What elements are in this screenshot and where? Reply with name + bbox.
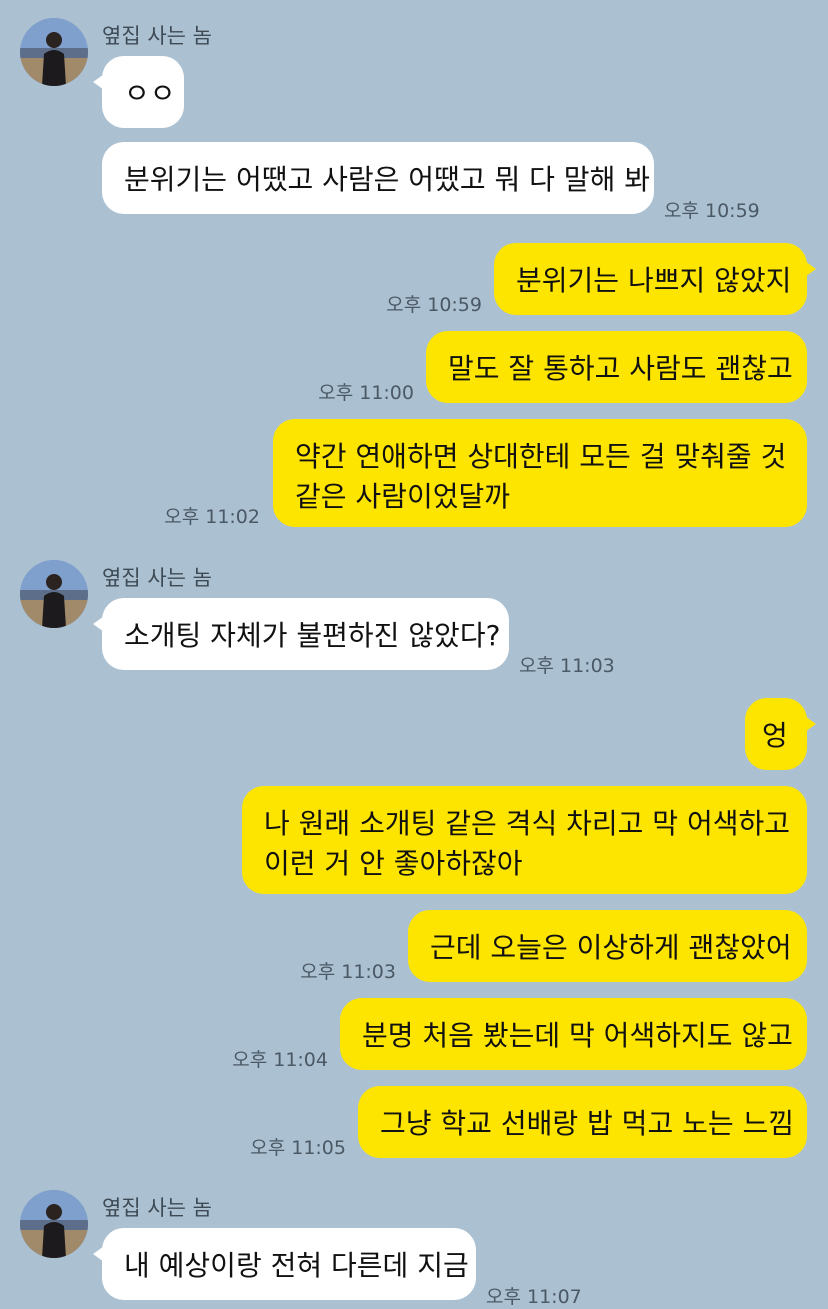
message-text: 분위기는 나쁘지 않았지 [516,264,792,297]
sender-name: 옆집 사는 놈 [102,566,212,590]
message-bubble[interactable]: 소개팅 자체가 불편하진 않았다? [93,598,509,670]
bubble-tail [93,72,107,92]
message-bubble[interactable]: 엉 [745,698,816,770]
contact-avatar[interactable] [20,560,88,628]
message-bubble[interactable]: 약간 연애하면 상대한테 모든 걸 맞춰줄 것 같은 사람이었달까 [273,419,807,527]
message-time: 오후 11:04 [232,1049,328,1071]
bubble-tail [93,1244,107,1264]
profile-photo-icon [20,18,88,86]
message-text: 내 예상이랑 전혀 다른데 지금 [124,1249,469,1282]
message-text-line: 같은 사람이었달까 [295,480,510,513]
sender-name: 옆집 사는 놈 [102,24,212,48]
message-time: 오후 11:03 [519,655,615,677]
profile-photo-icon [20,560,88,628]
bubble-tail [802,259,816,279]
message-text: 엉 [762,719,788,752]
message-text: 그냥 학교 선배랑 밥 먹고 노는 느낌 [380,1107,795,1140]
message-time: 오후 11:02 [164,506,260,528]
message-time: 오후 11:03 [300,961,396,983]
message-time: 오후 11:00 [318,382,414,404]
message-bubble[interactable]: 나 원래 소개팅 같은 격식 차리고 막 어색하고 이런 거 안 좋아하잖아 [242,786,807,894]
message-time: 오후 11:07 [486,1286,582,1308]
message-text: 말도 잘 통하고 사람도 괜찮고 [448,352,793,385]
message-text: 분위기는 어땠고 사람은 어땠고 뭐 다 말해 봐 [124,163,650,196]
message-text-line: 약간 연애하면 상대한테 모든 걸 맞춰줄 것 [295,440,787,473]
profile-photo-icon [20,1190,88,1258]
message-bubble[interactable]: 근데 오늘은 이상하게 괜찮았어 [408,910,807,982]
message-text: 소개팅 자체가 불편하진 않았다? [124,619,501,652]
contact-avatar[interactable] [20,1190,88,1258]
message-text-line: 나 원래 소개팅 같은 격식 차리고 막 어색하고 [264,807,790,840]
message-text: ㅇㅇ [124,77,176,110]
message-time: 오후 10:59 [386,294,482,316]
message-bubble[interactable]: 분명 처음 봤는데 막 어색하지도 않고 [340,998,807,1070]
message-bubble[interactable]: ㅇㅇ [93,56,184,128]
message-time: 오후 11:05 [250,1137,346,1159]
bubble-tail [93,614,107,634]
message-bubble[interactable]: 분위기는 나쁘지 않았지 [494,243,816,315]
contact-avatar[interactable] [20,18,88,86]
message-text: 분명 처음 봤는데 막 어색하지도 않고 [362,1019,793,1052]
message-bubble[interactable]: 그냥 학교 선배랑 밥 먹고 노는 느낌 [358,1086,807,1158]
message-bubble[interactable]: 말도 잘 통하고 사람도 괜찮고 [426,331,807,403]
message-text: 근데 오늘은 이상하게 괜찮았어 [430,931,792,964]
message-text-line: 이런 거 안 좋아하잖아 [264,847,523,880]
sender-name: 옆집 사는 놈 [102,1196,212,1220]
message-bubble[interactable]: 내 예상이랑 전혀 다른데 지금 [93,1228,476,1300]
message-bubble[interactable]: 분위기는 어땠고 사람은 어땠고 뭐 다 말해 봐 [102,142,654,214]
bubble-tail [802,714,816,734]
message-time: 오후 10:59 [664,200,760,222]
